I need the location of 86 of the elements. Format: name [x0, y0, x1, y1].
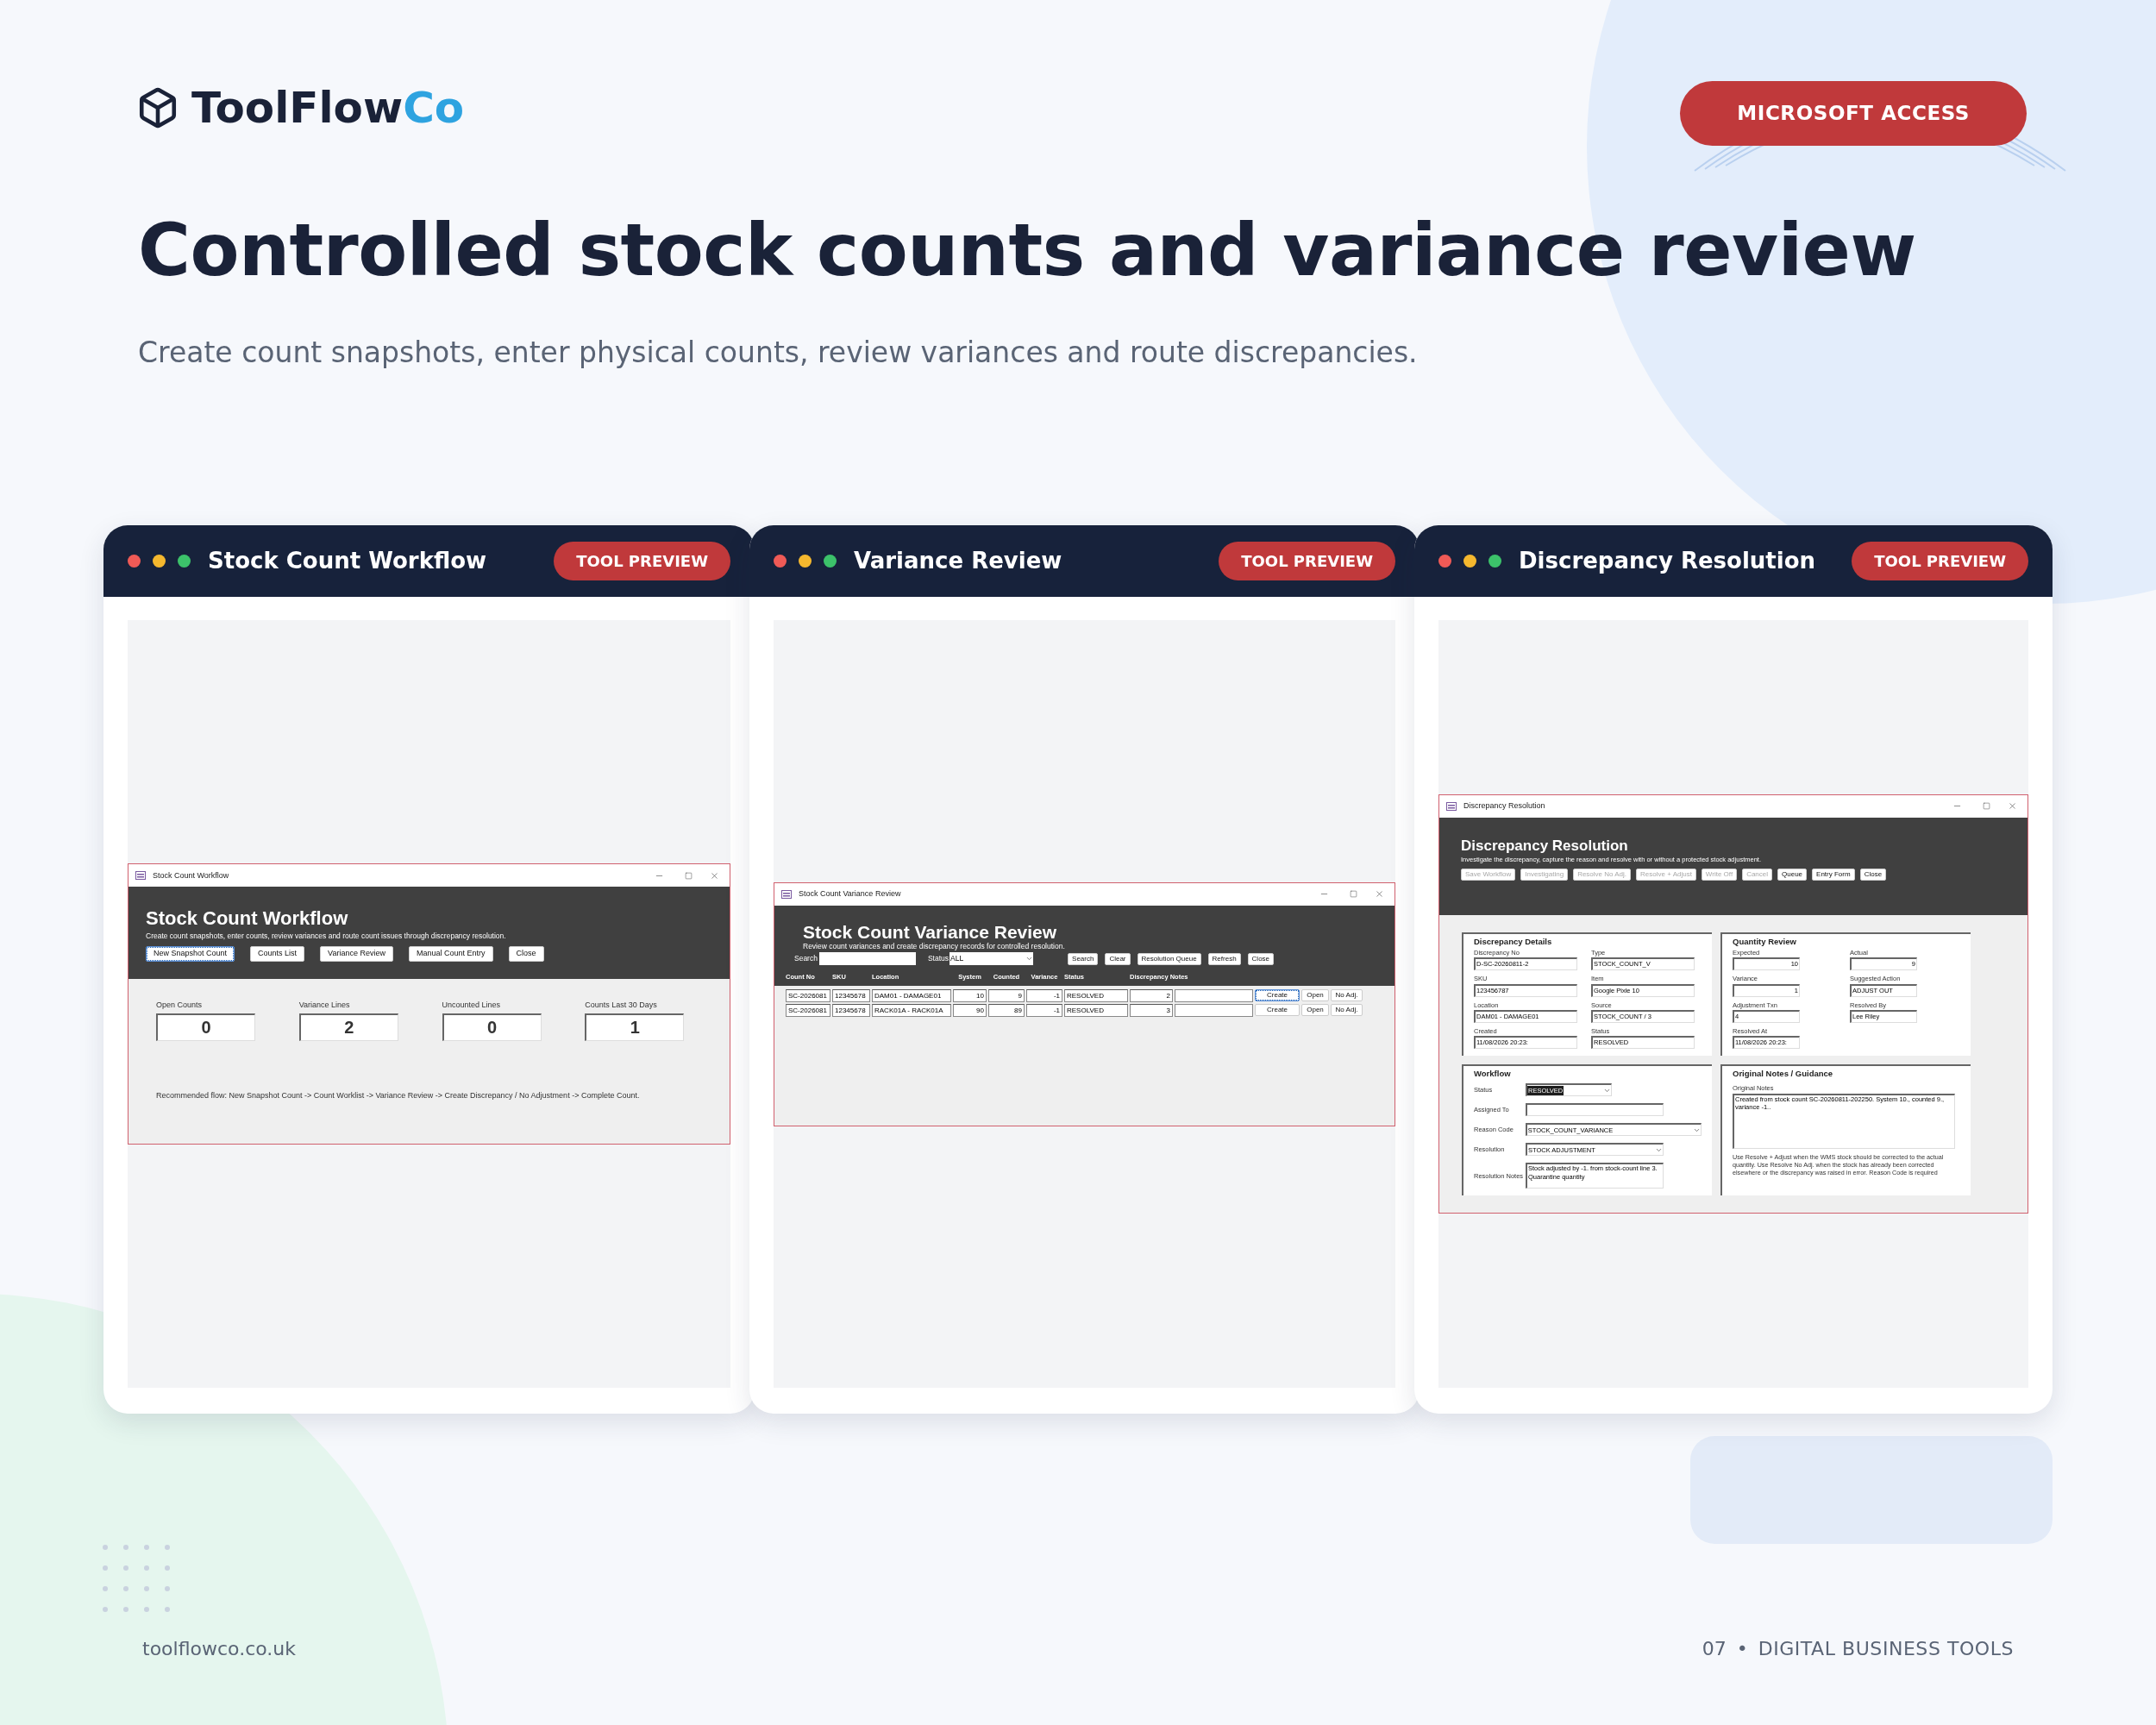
notes-field[interactable] — [1175, 988, 1253, 1002]
form-icon — [781, 889, 792, 899]
maximize-icon[interactable] — [1350, 890, 1357, 898]
table-cell: 10 — [953, 988, 987, 1002]
table-cell: SC-2026081 — [786, 988, 830, 1002]
table-cell: SC-2026081 — [786, 1003, 830, 1017]
subtitle: Create count snapshots, enter physical counts, review variances and route discrepancies. — [137, 334, 1419, 371]
form-icon — [1446, 801, 1457, 811]
search-label: Search — [794, 953, 818, 965]
form-button[interactable]: Create — [1255, 1004, 1300, 1016]
form-button[interactable]: No Adj. — [1331, 1004, 1363, 1016]
card-title: Variance Review — [854, 547, 1063, 575]
maximize-icon[interactable] — [1983, 802, 1990, 811]
status-label: Status — [927, 953, 950, 965]
brand-logo: ToolFlowCo — [191, 86, 465, 130]
window-title: Discrepancy Resolution — [1463, 800, 1546, 812]
group-title: Original Notes / Guidance — [1733, 1068, 1834, 1081]
page-number: 07 — [1702, 1637, 1727, 1661]
form-button[interactable]: Variance Review — [320, 946, 393, 962]
status-dropdown[interactable]: ALL — [950, 952, 1034, 966]
table-cell: 12345678 — [832, 1003, 870, 1017]
table-cell: 9 — [988, 988, 1025, 1002]
form-button[interactable]: Close — [1247, 952, 1275, 965]
close-icon[interactable] — [710, 870, 719, 881]
table-cell: -1 — [1026, 1003, 1062, 1017]
group-title: Quantity Review — [1733, 935, 1797, 948]
form-button[interactable]: Queue — [1777, 868, 1808, 881]
form-button[interactable]: Refresh — [1207, 952, 1241, 965]
text-field[interactable] — [1526, 1103, 1664, 1117]
window-title: Stock Count Workflow — [153, 869, 230, 881]
table-cell: RACK01A - RACK01A — [872, 1003, 951, 1017]
separator-dot: • — [1736, 1637, 1748, 1661]
form-button[interactable]: Manual Count Entry — [408, 946, 493, 962]
notes-field[interactable] — [1175, 1003, 1253, 1017]
window-title: Stock Count Variance Review — [799, 888, 902, 900]
form-heading: Stock Count Workflow — [146, 909, 349, 929]
stat-value: 1 — [585, 1013, 685, 1041]
table-cell: 90 — [953, 1003, 987, 1017]
form-description: Create count snapshots, enter counts, review variances and route count issues through discrepancy resolution. — [146, 931, 507, 942]
stat-label: Open Counts — [156, 1000, 204, 1011]
footer-site: toolflowco.co.uk — [142, 1637, 296, 1661]
stat-label: Uncounted Lines — [442, 1000, 502, 1011]
form-description: Review count variances and create discrepancy records for controlled resolution. — [802, 940, 1066, 952]
table-cell: 89 — [988, 1003, 1025, 1017]
table-cell: 2 — [1130, 988, 1173, 1002]
form-button[interactable]: Resolution Queue — [1137, 952, 1201, 965]
form-icon — [135, 871, 146, 881]
group-title: Workflow — [1474, 1068, 1512, 1081]
table-cell: 12345678 — [832, 988, 870, 1002]
form-button[interactable]: New Snapshot Count — [146, 946, 235, 962]
form-button[interactable]: Clear — [1105, 952, 1131, 965]
form-button[interactable]: Close — [508, 946, 544, 962]
stat-label: Counts Last 30 Days — [585, 1000, 658, 1011]
form-button[interactable]: Open — [1301, 989, 1329, 1001]
stat-value: 0 — [156, 1013, 255, 1041]
form-button[interactable]: Entry Form — [1812, 868, 1855, 881]
maximize-icon[interactable] — [685, 871, 693, 880]
group-title: Discrepancy Details — [1474, 935, 1553, 948]
stat-value: 2 — [298, 1013, 398, 1041]
form-button[interactable]: Open — [1301, 1004, 1329, 1016]
form-heading: Discrepancy Resolution — [1461, 837, 1629, 853]
table-cell: 3 — [1130, 1003, 1173, 1017]
stat-value: 0 — [442, 1013, 542, 1041]
close-icon[interactable] — [1375, 889, 1384, 899]
form-heading: Stock Count Variance Review — [802, 922, 1058, 941]
card-title: Discrepancy Resolution — [1519, 547, 1817, 575]
table-cell: RESOLVED — [1064, 988, 1128, 1002]
table-cell: -1 — [1026, 988, 1062, 1002]
card-title: Stock Count Workflow — [208, 547, 488, 575]
headline: Controlled stock counts and variance review — [137, 214, 1917, 286]
table-cell: DAM01 - DAMAGE01 — [872, 988, 951, 1002]
flow-note: Recommended flow: New Snapshot Count -> Count Worklist -> Variance Review -> Create Discrepancy / No Adjustment -> Complete Count. — [156, 1090, 641, 1101]
close-icon[interactable] — [2008, 801, 2017, 812]
form-button[interactable]: No Adj. — [1331, 989, 1363, 1001]
form-button[interactable]: Create — [1255, 989, 1300, 1001]
footer-section: DIGITAL BUSINESS TOOLS — [1758, 1634, 2014, 1663]
table-cell: RESOLVED — [1064, 1003, 1128, 1017]
form-button[interactable]: Search — [1068, 952, 1099, 965]
category-badge: MICROSOFT ACCESS — [1680, 81, 2027, 146]
form-button[interactable]: Close — [1859, 868, 1887, 881]
form-button[interactable]: Counts List — [250, 946, 305, 962]
search-field[interactable] — [818, 952, 916, 966]
preview-tag: TOOL PREVIEW — [554, 542, 730, 580]
preview-tag: TOOL PREVIEW — [1219, 542, 1395, 580]
preview-tag: TOOL PREVIEW — [1852, 542, 2028, 580]
stat-label: Variance Lines — [298, 1000, 351, 1011]
